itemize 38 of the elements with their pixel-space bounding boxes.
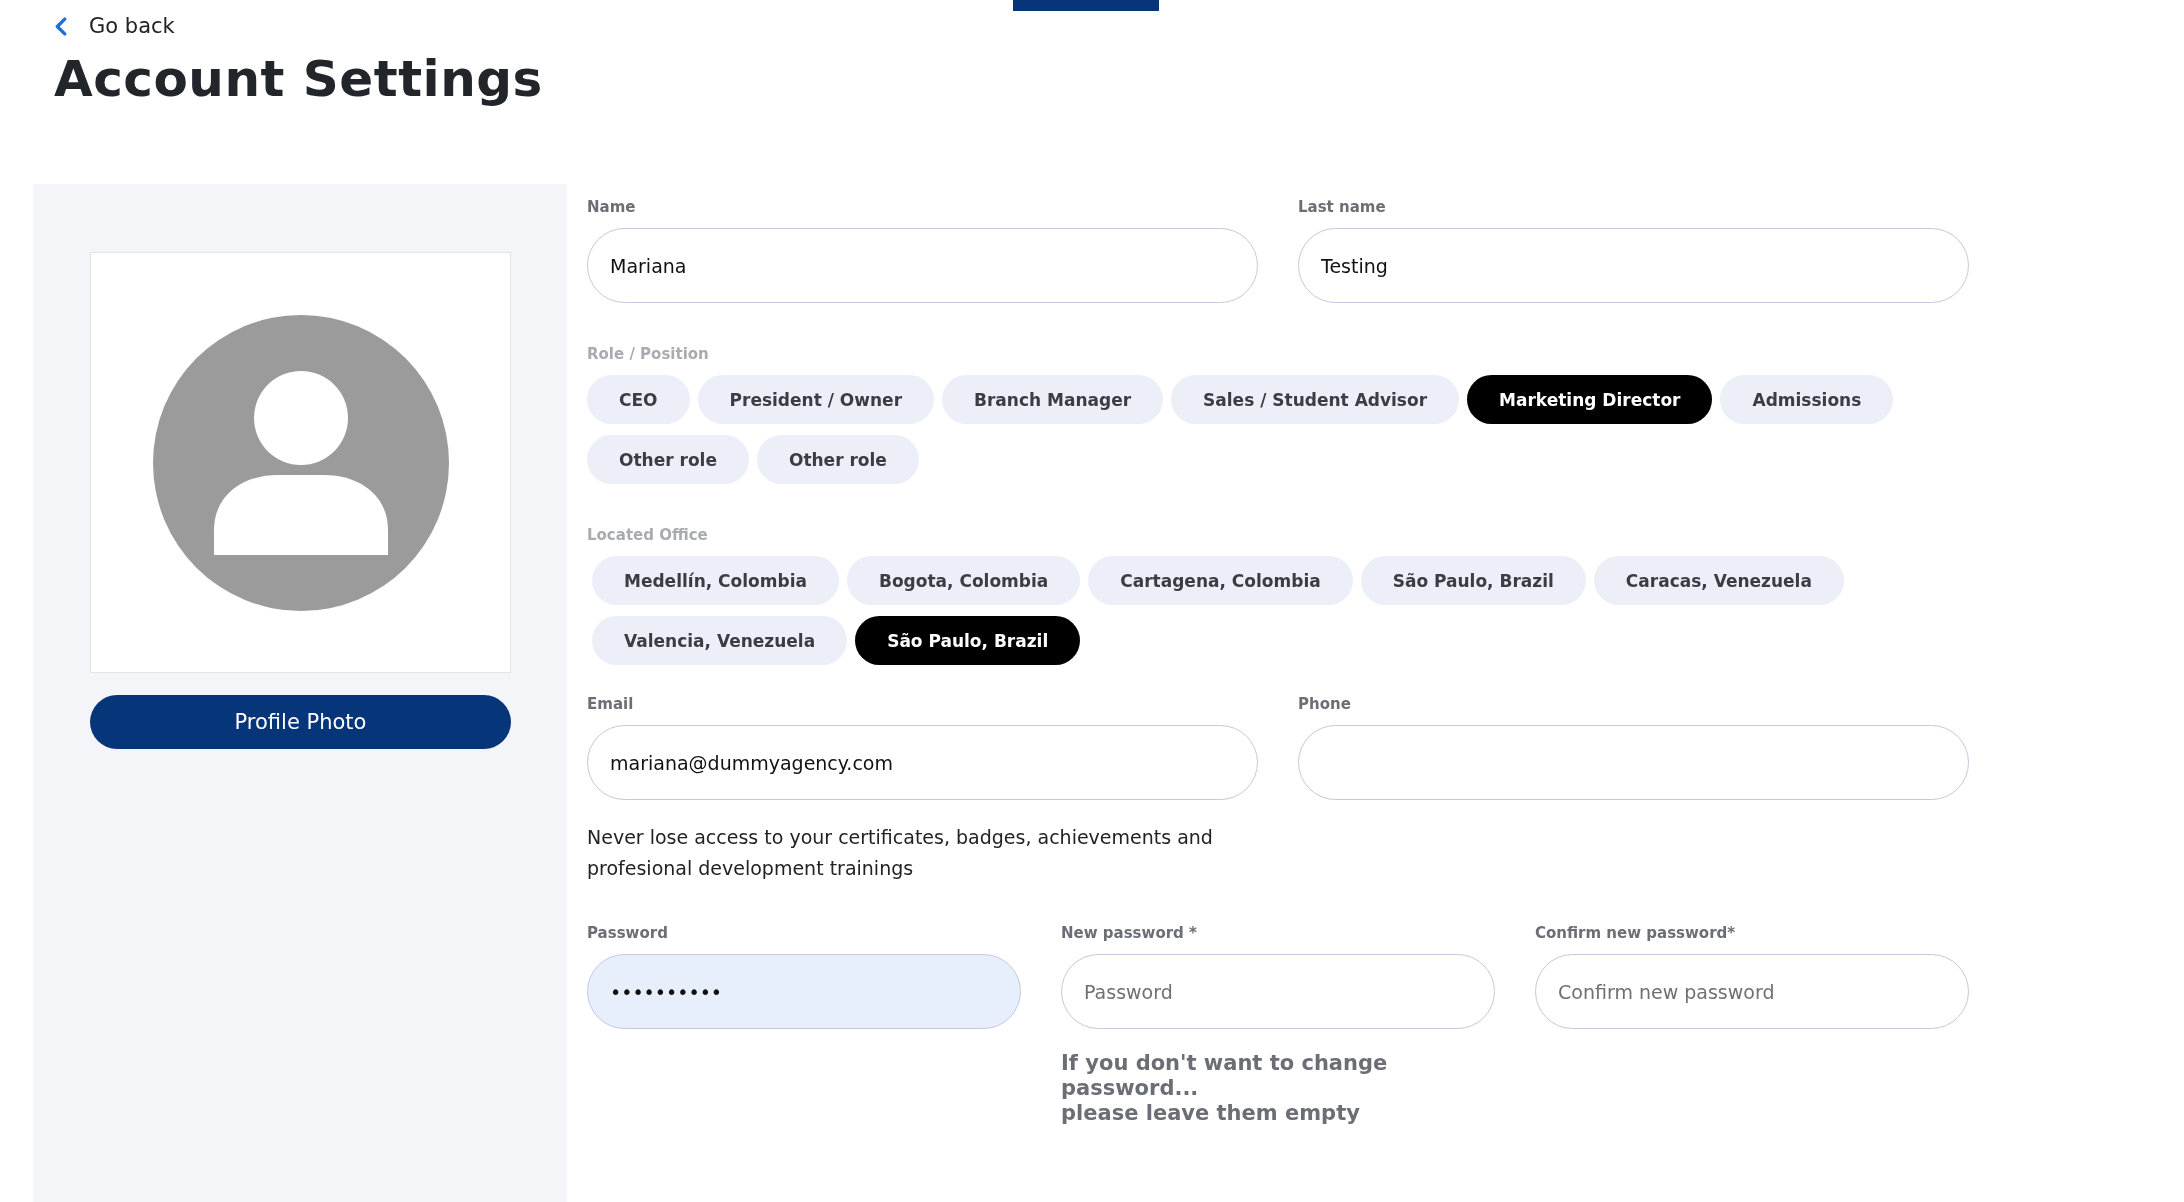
email-input[interactable]: mariana@dummyagency.com <box>587 725 1258 800</box>
page-title: Account Settings <box>54 49 544 108</box>
role-chip[interactable]: Marketing Director <box>1467 375 1713 424</box>
office-chip[interactable]: Cartagena, Colombia <box>1088 556 1353 605</box>
new-password-input[interactable]: Password <box>1061 954 1495 1029</box>
role-chip[interactable]: CEO <box>587 375 690 424</box>
section-label: Role / Position <box>587 345 710 363</box>
office-chip[interactable]: Valencia, Venezuela <box>592 616 848 665</box>
office-chip[interactable]: Medellín, Colombia <box>592 556 839 605</box>
last-name-input[interactable]: Testing <box>1298 228 1969 303</box>
field-label: Password <box>587 924 669 942</box>
role-chip[interactable]: Sales / Student Advisor <box>1171 375 1460 424</box>
field-label: Phone <box>1298 695 1352 713</box>
field-label: Confirm new password* <box>1535 924 1737 942</box>
section-label: Located Office <box>587 526 709 544</box>
field-label: Email <box>587 695 635 713</box>
password-input[interactable]: •••••••••• <box>587 954 1021 1029</box>
office-chip[interactable]: Caracas, Venezuela <box>1593 556 1844 605</box>
role-chip[interactable]: Branch Manager <box>942 375 1164 424</box>
role-chip[interactable]: Admissions <box>1720 375 1894 424</box>
confirm-password-input[interactable]: Confirm new password <box>1535 954 1969 1029</box>
role-chip[interactable]: President / Owner <box>697 375 934 424</box>
office-chip[interactable]: São Paulo, Brazil <box>855 616 1081 665</box>
go-back-link[interactable]: Go back <box>54 14 175 38</box>
name-input[interactable]: Mariana <box>587 228 1258 303</box>
chevron-left-icon <box>54 16 67 36</box>
role-chip[interactable]: Other role <box>756 435 919 484</box>
field-label: Last name <box>1298 198 1387 216</box>
role-chip[interactable]: Other role <box>587 435 749 484</box>
field-label: Name <box>587 198 637 216</box>
avatar-icon <box>152 314 449 611</box>
profile-photo-button[interactable]: Profile Photo <box>90 695 511 749</box>
password-hint: please leave them empty <box>1061 1101 1361 1126</box>
office-chip[interactable]: São Paulo, Brazil <box>1360 556 1586 605</box>
field-label: New password * <box>1061 924 1198 942</box>
office-chip[interactable]: Bogota, Colombia <box>846 556 1081 605</box>
password-hint: If you don't want to change password... <box>1061 1051 1389 1101</box>
email-note: Never lose access to your certificates, badges, achievements and profesional development trainings <box>587 825 1214 881</box>
